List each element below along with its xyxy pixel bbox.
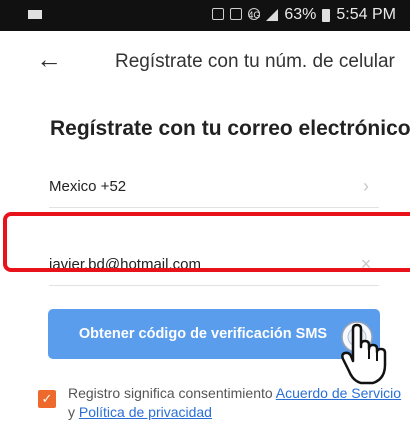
- app-header: ← Regístrate con tu núm. de celular: [0, 31, 410, 89]
- battery-percent: 63%: [284, 6, 317, 23]
- mute-icon: [230, 8, 242, 20]
- status-right: 4G 63% 5:54 PM: [248, 6, 396, 24]
- email-highlight-box: [3, 212, 410, 272]
- nfc-icon: [212, 8, 224, 20]
- chevron-right-icon: ›: [363, 176, 369, 196]
- get-sms-code-button[interactable]: Obtener código de verificación SMS: [48, 309, 380, 359]
- terms-link[interactable]: Acuerdo de Servicio: [276, 385, 401, 401]
- sms-button-label: Obtener código de verificación SMS: [78, 326, 328, 342]
- consent-text: Registro significa consentimiento Acuerd…: [68, 384, 410, 422]
- status-time: 5:54 PM: [336, 6, 396, 23]
- signal-icon: [266, 9, 279, 21]
- header-title[interactable]: Regístrate con tu núm. de celular: [115, 51, 395, 73]
- consent-prefix: Registro significa consentimiento: [68, 385, 276, 401]
- status-bar: 4G 63% 5:54 PM: [0, 0, 410, 31]
- privacy-link[interactable]: Política de privacidad: [79, 404, 212, 420]
- back-arrow-icon[interactable]: ←: [36, 46, 62, 72]
- country-value: Mexico +52: [49, 178, 127, 195]
- consent-joiner: y: [68, 404, 79, 420]
- page-title: Regístrate con tu correo electrónico: [50, 117, 410, 140]
- consent-checkbox[interactable]: ✓: [38, 390, 56, 408]
- battery-icon: [322, 8, 331, 22]
- hand-pointer-icon: [341, 321, 387, 385]
- country-selector[interactable]: Mexico +52 ›: [49, 166, 379, 208]
- video-notification-icon: [28, 10, 42, 19]
- network-label: 4G: [248, 10, 261, 20]
